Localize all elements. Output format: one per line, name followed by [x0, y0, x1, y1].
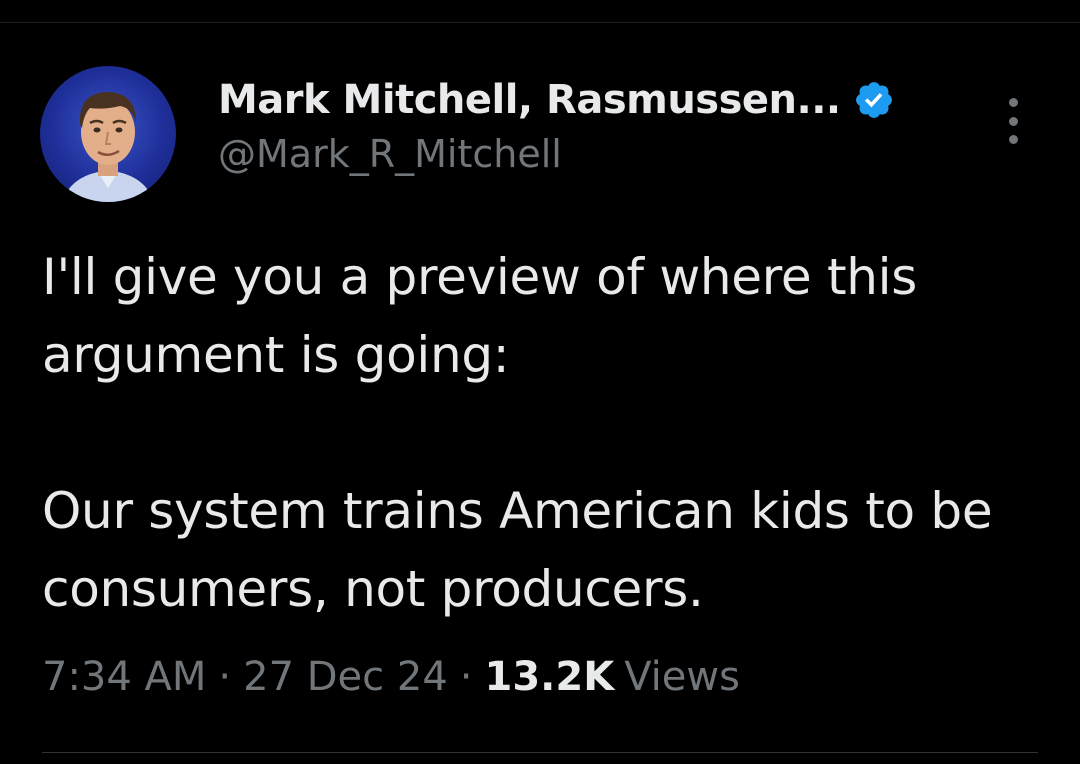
- tweet-date[interactable]: 27 Dec 24: [243, 654, 448, 700]
- tweet-header: Mark Mitchell, Rasmussen... @Mark_R_Mitc…: [218, 70, 1018, 176]
- tweet-text: I'll give you a preview of where this ar…: [42, 238, 1042, 628]
- meta-separator: ·: [218, 654, 232, 700]
- more-options-icon[interactable]: [1000, 98, 1026, 144]
- more-dot: [1008, 135, 1018, 144]
- tweet: Mark Mitchell, Rasmussen... @Mark_R_Mitc…: [0, 0, 1080, 764]
- tweet-meta: 7:34 AM · 27 Dec 24 · 13.2K Views: [42, 654, 740, 700]
- views-label: Views: [624, 654, 740, 700]
- tweet-paragraph: Our system trains American kids to be co…: [42, 482, 993, 618]
- more-dot: [1008, 116, 1018, 126]
- author-handle[interactable]: @Mark_R_Mitchell: [218, 132, 1018, 176]
- tweet-paragraph: I'll give you a preview of where this ar…: [42, 248, 918, 384]
- avatar-image: [62, 92, 154, 202]
- avatar[interactable]: [40, 66, 176, 202]
- tweet-time[interactable]: 7:34 AM: [42, 654, 206, 700]
- views-count[interactable]: 13.2K: [485, 654, 615, 700]
- name-row: Mark Mitchell, Rasmussen...: [218, 70, 1018, 130]
- verified-badge-icon[interactable]: [853, 79, 895, 121]
- more-dot: [1008, 98, 1018, 107]
- meta-separator: ·: [459, 654, 473, 700]
- author-display-name[interactable]: Mark Mitchell, Rasmussen...: [218, 77, 841, 123]
- bottom-divider: [42, 752, 1038, 753]
